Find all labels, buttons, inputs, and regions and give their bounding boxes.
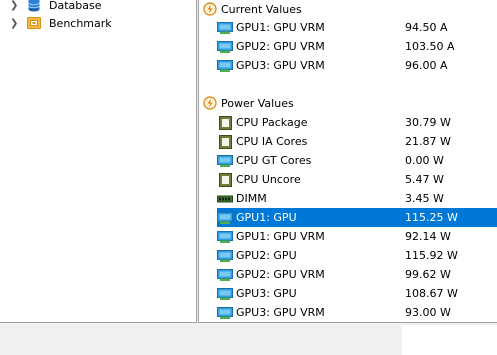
desktop-background	[0, 325, 402, 355]
sensor-value: 115.25 W	[405, 211, 458, 224]
sensor-label: GPU2: GPU VRM	[236, 268, 325, 281]
sensor-value: 30.79 W	[405, 116, 451, 129]
sensor-row[interactable]: GPU2: GPU VRM 103.50 A	[217, 37, 497, 56]
sensor-value: 21.87 W	[405, 135, 451, 148]
gpu-icon	[217, 287, 233, 301]
sensor-label: CPU Uncore	[236, 173, 301, 186]
chevron-right-icon[interactable]: ❯	[10, 18, 20, 29]
sensor-value: 103.50 A	[405, 40, 455, 53]
sensor-list: Current Values GPU1: GPU VRM 94.50 A GPU…	[198, 0, 497, 323]
sensor-row[interactable]: DIMM 3.45 W	[217, 189, 497, 208]
sensor-row[interactable]: GPU1: GPU VRM 94.50 A	[217, 18, 497, 37]
section-title: Current Values	[221, 2, 302, 16]
sensor-label: GPU2: GPU VRM	[236, 40, 325, 53]
gpu-icon	[217, 268, 233, 282]
tree-item-benchmark[interactable]: ❯ Benchmark	[10, 14, 112, 32]
benchmark-icon	[26, 15, 42, 31]
tree-item-label: Database	[49, 0, 102, 12]
sensor-label: GPU1: GPU	[236, 211, 297, 224]
database-icon	[26, 0, 42, 13]
sensor-row[interactable]: GPU2: GPU VRM 99.62 W	[217, 265, 497, 284]
app-window: ❯ Database ❯ Benchmark Current Values GP…	[0, 0, 497, 325]
sensor-value: 99.62 W	[405, 268, 451, 281]
sensor-row[interactable]: CPU IA Cores 21.87 W	[217, 132, 497, 151]
sensor-label: DIMM	[236, 192, 267, 205]
sensor-row[interactable]: GPU3: GPU 108.67 W	[217, 284, 497, 303]
gpu-icon	[217, 59, 233, 73]
sensor-label: CPU IA Cores	[236, 135, 308, 148]
sensor-row[interactable]: GPU3: GPU VRM 96.00 A	[217, 56, 497, 75]
sensor-label: GPU3: GPU VRM	[236, 59, 325, 72]
background-window	[402, 325, 497, 355]
sensor-row[interactable]: GPU3: GPU VRM 93.00 W	[217, 303, 497, 322]
gpu-icon	[217, 306, 233, 320]
gpu-icon	[217, 211, 233, 225]
sensor-label: GPU1: GPU VRM	[236, 230, 325, 243]
sensor-value: 96.00 A	[405, 59, 448, 72]
sensor-value: 3.45 W	[405, 192, 444, 205]
section-title: Power Values	[221, 96, 294, 110]
sensor-label: GPU1: GPU VRM	[236, 21, 325, 34]
gpu-icon	[217, 230, 233, 244]
sensor-value: 5.47 W	[405, 173, 444, 186]
sensor-row[interactable]: CPU Uncore 5.47 W	[217, 170, 497, 189]
power-icon	[203, 2, 217, 16]
sensor-label: GPU2: GPU	[236, 249, 297, 262]
sensor-value: 115.92 W	[405, 249, 458, 262]
section-current-values: Current Values	[203, 0, 302, 18]
sensor-label: GPU3: GPU VRM	[236, 306, 325, 319]
sensor-value: 94.50 A	[405, 21, 448, 34]
section-power-values: Power Values	[203, 94, 294, 112]
chevron-right-icon[interactable]: ❯	[10, 0, 20, 11]
sensor-row[interactable]: CPU GT Cores 0.00 W	[217, 151, 497, 170]
sensor-row[interactable]: GPU2: GPU 115.92 W	[217, 246, 497, 265]
tree-item-label: Benchmark	[49, 16, 112, 30]
sensor-value: 0.00 W	[405, 154, 444, 167]
sensor-label: GPU3: GPU	[236, 287, 297, 300]
cpu-chip-icon	[217, 134, 233, 149]
sensor-row[interactable]: GPU1: GPU VRM 92.14 W	[217, 227, 497, 246]
navigation-tree: ❯ Database ❯ Benchmark	[0, 0, 197, 323]
sensor-row[interactable]: CPU Package 30.79 W	[217, 113, 497, 132]
gpu-icon	[217, 249, 233, 263]
sensor-row-selected[interactable]: GPU1: GPU 115.25 W	[217, 208, 497, 227]
gpu-icon	[217, 21, 233, 35]
sensor-value: 92.14 W	[405, 230, 451, 243]
cpu-chip-icon	[217, 172, 233, 187]
power-icon	[203, 96, 217, 110]
cpu-chip-icon	[217, 115, 233, 130]
tree-item-database[interactable]: ❯ Database	[10, 0, 102, 14]
memory-icon	[217, 192, 233, 206]
gpu-icon	[217, 154, 233, 168]
sensor-value: 108.67 W	[405, 287, 458, 300]
gpu-icon	[217, 40, 233, 54]
sensor-label: CPU Package	[236, 116, 308, 129]
sensor-value: 93.00 W	[405, 306, 451, 319]
sensor-label: CPU GT Cores	[236, 154, 312, 167]
